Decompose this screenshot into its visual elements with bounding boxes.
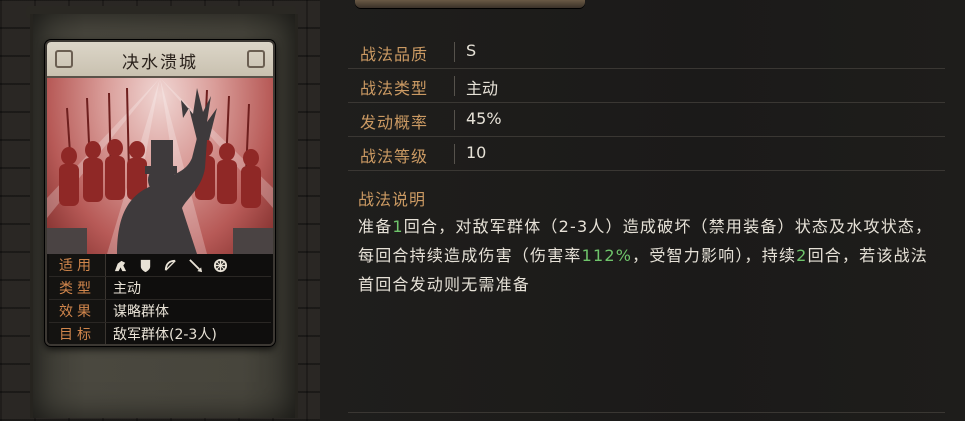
attr-label: 战法等级: [360, 147, 429, 166]
description-panel: 战法说明 准备1回合，对敌军群体（2-3人）造成破坏（禁用装备）状态及水攻状态，…: [348, 180, 945, 413]
attr-value: S: [466, 41, 477, 60]
attr-row-probability: 发动概率 45%: [348, 103, 945, 137]
attr-row-type: 战法类型 主动: [348, 69, 945, 103]
card-row-label: 适用: [49, 254, 106, 277]
card-row-label: 目标: [49, 322, 106, 344]
attr-label: 战法品质: [360, 45, 429, 64]
desc-highlight: 112%: [581, 246, 633, 265]
card-row-value: 敌军群体(2-3人): [105, 322, 271, 344]
tactic-card: 决水溃城 适用 类型 主动 效果 谋略群体 目标 敌军群体(2-3人): [45, 40, 275, 346]
separator: [454, 144, 455, 164]
card-row-value: 主动: [105, 276, 271, 300]
attr-value: 45%: [466, 109, 502, 128]
desc-segment: ，受智力影响），持续: [632, 246, 797, 265]
card-row-label: 效果: [49, 299, 106, 323]
desc-segment: 准备: [358, 217, 393, 236]
top-ornament: [355, 0, 585, 8]
attr-row-level: 战法等级 10: [348, 137, 945, 171]
card-row-label: 类型: [49, 276, 106, 300]
shield-icon: [140, 259, 151, 272]
desc-highlight: 2: [796, 246, 808, 265]
card-title: 决水溃城: [122, 53, 198, 73]
wheel-icon: [213, 258, 228, 272]
desc-highlight: 1: [392, 217, 404, 236]
attr-value: 主动: [466, 79, 499, 98]
card-row-effect: 效果 谋略群体: [49, 299, 271, 323]
cavalry-icon: [114, 260, 127, 271]
card-row-applicable: 适用: [49, 254, 271, 277]
spear-icon: [189, 258, 203, 272]
attr-value: 10: [466, 143, 487, 162]
separator: [454, 110, 455, 130]
card-info-table: 适用 类型 主动 效果 谋略群体 目标 敌军群体(2-3人): [49, 254, 271, 344]
attr-row-quality: 战法品质 S: [348, 35, 945, 69]
separator: [454, 42, 455, 62]
card-artwork: [47, 78, 273, 254]
artwork-illustration: [47, 78, 273, 254]
card-row-type: 类型 主动: [49, 276, 271, 300]
bow-icon: [164, 259, 176, 271]
description-title: 战法说明: [358, 190, 427, 209]
attr-label: 战法类型: [360, 79, 429, 98]
card-title-bar: 决水溃城: [47, 42, 273, 78]
description-text: 准备1回合，对敌军群体（2-3人）造成破坏（禁用装备）状态及水攻状态，每回合持续…: [358, 212, 938, 299]
separator: [454, 76, 455, 96]
attr-label: 发动概率: [360, 113, 429, 132]
card-row-value: 谋略群体: [105, 299, 271, 323]
card-row-target: 目标 敌军群体(2-3人): [49, 322, 271, 344]
